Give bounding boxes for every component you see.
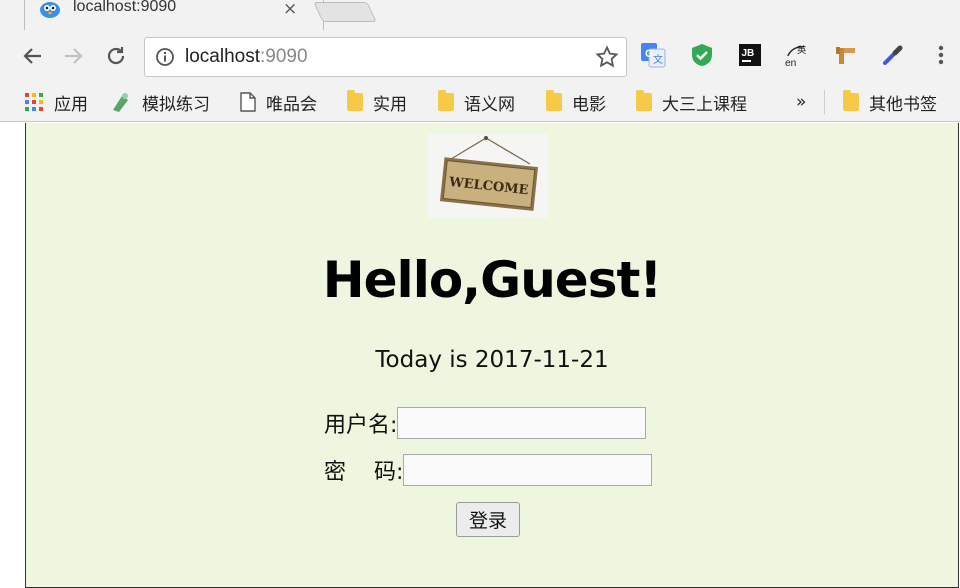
bookmark-apps[interactable]: 应用 <box>24 90 88 115</box>
bookmark-vip[interactable]: 唯品会 <box>240 90 317 115</box>
bookmarks-bar: 应用 模拟练习 唯品会 实用 语义网 电影 大三上课程 » 其他书签 <box>0 82 960 122</box>
forward-arrow-icon <box>65 48 83 64</box>
bookmark-folder-movies[interactable]: 电影 <box>546 90 606 115</box>
bookmark-label: 实用 <box>373 94 407 115</box>
bookmarks-overflow-button[interactable]: » <box>796 90 806 114</box>
tab-localhost[interactable]: localhost:9090 × <box>24 0 324 30</box>
pipe-tool-icon <box>836 47 855 64</box>
translate-en-icon: en 英 <box>785 44 806 69</box>
bookmark-label: 模拟练习 <box>142 94 210 115</box>
eyedropper-icon <box>883 45 903 65</box>
tab-close-icon[interactable]: × <box>283 0 297 19</box>
bookmark-folder-semantic-web[interactable]: 语义网 <box>438 90 515 115</box>
folder-icon <box>438 90 454 111</box>
google-translate-icon: G 文 <box>641 43 666 68</box>
eyedropper-extension[interactable] <box>880 42 906 68</box>
address-bar[interactable]: localhost:9090 <box>144 37 627 77</box>
welcome-sign-icon: WELCOME <box>439 136 539 211</box>
bookmark-label: 大三上课程 <box>662 94 747 115</box>
bookmark-folder-courses[interactable]: 大三上课程 <box>636 90 747 115</box>
chrome-menu-button[interactable] <box>928 42 954 68</box>
shield-extension[interactable] <box>689 42 715 68</box>
bookmark-label: 其他书签 <box>869 94 937 115</box>
today-date: Today is 2017-11-21 <box>375 347 609 373</box>
svg-text:文: 文 <box>653 53 663 66</box>
svg-text:英: 英 <box>797 44 806 56</box>
tab-title: localhost:9090 <box>73 0 177 15</box>
welcome-image: WELCOME <box>428 134 548 218</box>
bookmark-practice[interactable]: 模拟练习 <box>110 90 210 115</box>
username-label: 用户名: <box>324 413 398 438</box>
svg-text:JB: JB <box>742 48 755 59</box>
username-input[interactable] <box>397 407 647 439</box>
browser-toolbar: localhost:9090 G 文 JB en 英 <box>0 30 960 82</box>
username-row: 用户名: <box>324 407 647 439</box>
green-shield-icon <box>692 44 712 66</box>
url-port: :9090 <box>260 46 308 67</box>
bookmark-label: 唯品会 <box>266 94 317 115</box>
new-tab-button[interactable] <box>313 2 377 22</box>
jetbrains-icon: JB <box>739 44 761 66</box>
bird-favicon-icon <box>40 2 60 18</box>
page-icon <box>240 92 256 112</box>
reload-icon <box>107 47 125 65</box>
bookmark-label: 应用 <box>54 94 88 115</box>
page-content: WELCOME Hello,Guest! Today is 2017-11-21… <box>25 123 959 588</box>
bookmark-figure-icon <box>113 93 128 112</box>
tab-strip: localhost:9090 × <box>0 0 960 30</box>
url-text: localhost:9090 <box>185 46 308 68</box>
folder-icon <box>843 90 859 111</box>
greeting-heading: Hello,Guest! <box>322 251 662 309</box>
jetbrains-extension[interactable]: JB <box>737 42 763 68</box>
folder-icon <box>636 90 652 111</box>
folder-icon <box>546 90 562 111</box>
folder-icon <box>347 90 363 111</box>
svg-text:en: en <box>785 58 797 69</box>
bookmark-label: 语义网 <box>464 94 515 115</box>
dictionary-extension[interactable]: en 英 <box>785 42 811 69</box>
pipe-extension[interactable] <box>833 42 859 68</box>
browser-window: localhost:9090 × localhost:9090 G 文 JB e… <box>0 0 960 588</box>
back-arrow-icon <box>23 48 41 64</box>
bookmark-label: 电影 <box>572 94 606 115</box>
login-button[interactable]: 登录 <box>456 502 520 537</box>
password-row: 密 码: <box>324 454 653 486</box>
password-label: 密 码: <box>324 460 404 485</box>
bookmarks-divider <box>824 90 825 114</box>
reload-button[interactable] <box>102 42 130 70</box>
three-dots-menu-icon <box>938 45 944 65</box>
apps-grid-icon <box>25 93 43 111</box>
password-input[interactable] <box>403 454 653 486</box>
bookmark-star-icon[interactable] <box>595 45 619 69</box>
back-button[interactable] <box>18 42 46 70</box>
google-translate-extension[interactable]: G 文 <box>640 42 666 68</box>
bookmark-folder-useful[interactable]: 实用 <box>347 90 407 115</box>
chevron-double-right-icon: » <box>796 92 807 112</box>
bookmark-folder-other[interactable]: 其他书签 <box>843 90 937 115</box>
info-icon[interactable] <box>155 47 175 67</box>
url-host: localhost <box>185 46 260 67</box>
forward-button[interactable] <box>60 42 88 70</box>
